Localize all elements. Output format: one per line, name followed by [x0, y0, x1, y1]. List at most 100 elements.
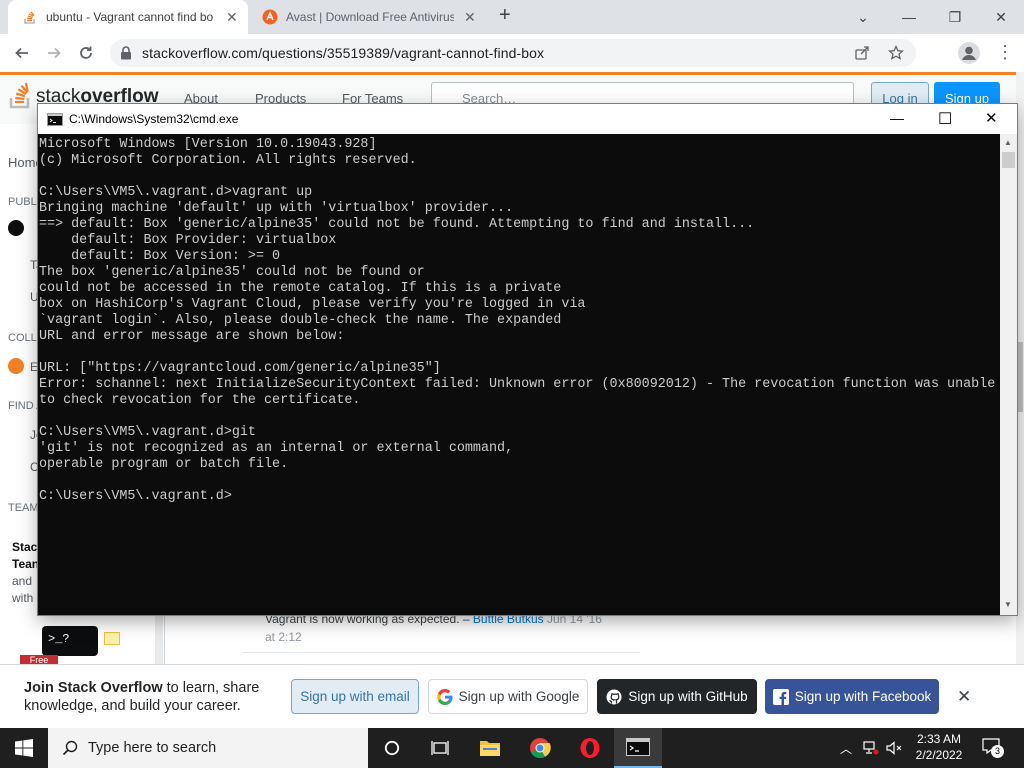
search-icon — [62, 740, 78, 756]
minimize-icon: — — [902, 9, 916, 25]
cmd-line — [39, 473, 1000, 489]
taskbar-search-box[interactable]: Type here to search — [48, 728, 368, 768]
teams-title: Stac — [12, 540, 38, 554]
folder-icon — [480, 741, 500, 756]
join-text: to learn, share — [162, 680, 260, 696]
comment-time: at 2:12 — [265, 630, 302, 644]
lock-icon — [121, 46, 131, 60]
menu-kebab-icon[interactable]: ⋮ — [996, 42, 1014, 64]
signup-facebook-button[interactable]: Sign up with Facebook — [765, 679, 939, 714]
chrome-icon — [530, 738, 551, 759]
join-text-2: knowledge, and build your career. — [24, 698, 241, 714]
banner-close-icon[interactable]: ✕ — [957, 687, 971, 707]
signup-google-button[interactable]: Sign up with Google — [428, 679, 588, 714]
tab-search-button[interactable]: ⌄ — [840, 0, 886, 34]
globe-icon — [8, 220, 24, 236]
cmd-line: URL: ["https://vagrantcloud.com/generic/… — [39, 361, 441, 376]
back-arrow-icon — [15, 47, 28, 59]
scroll-down-icon[interactable]: ▼ — [1004, 600, 1012, 609]
cmd-line: box on HashiCorp's Vagrant Cloud, please… — [39, 297, 586, 312]
cmd-line: C:\Users\VM5\.vagrant.d> — [39, 489, 232, 504]
tab-close-icon[interactable]: ✕ — [226, 9, 238, 26]
tab-close-icon[interactable]: ✕ — [464, 9, 476, 26]
page-scrollbar[interactable] — [1016, 72, 1024, 664]
url-text: stackoverflow.com/questions/35519389/vag… — [142, 45, 545, 61]
teams-text: and — [12, 574, 33, 588]
google-label: Sign up with Google — [458, 689, 580, 704]
taskbar-clock[interactable]: 2:33 AM 2/2/2022 — [912, 731, 966, 763]
taskbar-opera[interactable] — [566, 728, 614, 768]
cmd-maximize-button[interactable]: ☐ — [938, 109, 952, 129]
page-scrollbar-thumb[interactable] — [1017, 342, 1023, 412]
signup-github-button[interactable]: Sign up with GitHub — [597, 679, 757, 714]
notification-badge: 3 — [991, 745, 1004, 758]
facebook-label: Sign up with Facebook — [794, 689, 932, 704]
notifications-button[interactable]: 3 — [982, 738, 1004, 758]
prompt-text: >_? — [48, 632, 70, 646]
cmd-line: could not be accessed in the remote cata… — [39, 281, 562, 296]
cmd-icon — [626, 738, 650, 756]
scroll-up-icon[interactable]: ▲ — [1004, 138, 1012, 147]
tab-stackoverflow[interactable]: ubuntu - Vagrant cannot find bo ✕ — [8, 0, 248, 34]
profile-avatar[interactable] — [958, 42, 980, 64]
star-icon[interactable] — [888, 45, 904, 61]
signup-email-button[interactable]: Sign up with email — [291, 679, 419, 714]
cmd-minimize-button[interactable]: — — [890, 110, 904, 126]
restore-button[interactable]: ❐ — [932, 0, 978, 34]
forward-button[interactable] — [42, 42, 66, 64]
github-icon — [606, 689, 622, 704]
cmd-line: default: Box Version: >= 0 — [39, 249, 281, 264]
cortana-button[interactable] — [368, 728, 416, 768]
tab-title: Avast | Download Free Antivirus — [286, 10, 454, 24]
address-bar[interactable]: stackoverflow.com/questions/35519389/vag… — [110, 39, 916, 67]
cmd-line: Bringing machine 'default' up with 'virt… — [39, 201, 514, 216]
taskbar-cmd[interactable] — [614, 728, 662, 768]
facebook-icon — [772, 688, 789, 705]
cmd-line — [39, 409, 1000, 425]
reload-button[interactable] — [74, 42, 98, 64]
network-icon[interactable] — [863, 741, 879, 755]
stackoverflow-icon — [24, 11, 35, 24]
cmd-line: to check revocation for the certificate. — [39, 393, 361, 408]
restore-icon: ❐ — [948, 8, 962, 25]
cmd-line: The box 'generic/alpine35' could not be … — [39, 265, 425, 280]
volume-muted-icon[interactable] — [886, 741, 902, 755]
cmd-line — [39, 345, 1000, 361]
minimize-button[interactable]: — — [886, 0, 932, 34]
close-icon: ✕ — [995, 8, 1007, 25]
cmd-scrollbar[interactable]: ▲ ▼ — [1000, 134, 1017, 615]
github-label: Sign up with GitHub — [628, 689, 748, 704]
sidebar-explore[interactable]: E — [30, 360, 38, 374]
taskbar-file-explorer[interactable] — [466, 728, 514, 768]
task-view-button[interactable] — [416, 728, 464, 768]
taskbar-search-placeholder: Type here to search — [88, 740, 217, 756]
cmd-console[interactable]: Microsoft Windows [Version 10.0.19043.92… — [38, 134, 1000, 615]
cmd-titlebar[interactable]: C:\Windows\System32\cmd.exe — ☐ ✕ — [38, 104, 1017, 134]
cmd-line: C:\Users\VM5\.vagrant.d>vagrant up — [39, 185, 313, 200]
show-hidden-icons-icon[interactable]: ︿ — [840, 740, 852, 757]
cmd-close-button[interactable]: ✕ — [985, 109, 998, 127]
new-tab-button[interactable]: + — [499, 4, 521, 28]
divider — [242, 652, 640, 653]
teams-text-2: with — [12, 591, 34, 605]
clock-time: 2:33 AM — [916, 732, 962, 746]
cmd-window[interactable]: C:\Windows\System32\cmd.exe — ☐ ✕ Micros… — [38, 104, 1017, 615]
join-title: Join Stack Overflow — [24, 680, 163, 696]
stackoverflow-logo-icon — [9, 82, 30, 109]
profile-icon — [962, 46, 976, 60]
taskbar-chrome[interactable] — [516, 728, 564, 768]
back-button[interactable] — [10, 42, 34, 64]
start-button[interactable] — [0, 728, 48, 768]
cmd-output: Microsoft Windows [Version 10.0.19043.92… — [38, 134, 1000, 505]
cmd-line: (c) Microsoft Corporation. All rights re… — [39, 153, 417, 168]
tab-avast[interactable]: Avast | Download Free Antivirus ✕ — [248, 0, 492, 34]
cortana-icon — [384, 740, 400, 756]
cmd-scrollbar-thumb[interactable] — [1002, 152, 1015, 168]
clock-date: 2/2/2022 — [915, 748, 963, 762]
cmd-line: URL and error message are shown below: — [39, 329, 345, 344]
teams-title-2: Tean — [12, 557, 40, 571]
chat-bubble-icon — [104, 632, 120, 645]
share-icon[interactable] — [854, 45, 870, 61]
close-button[interactable]: ✕ — [978, 0, 1024, 34]
reload-icon — [80, 46, 92, 59]
